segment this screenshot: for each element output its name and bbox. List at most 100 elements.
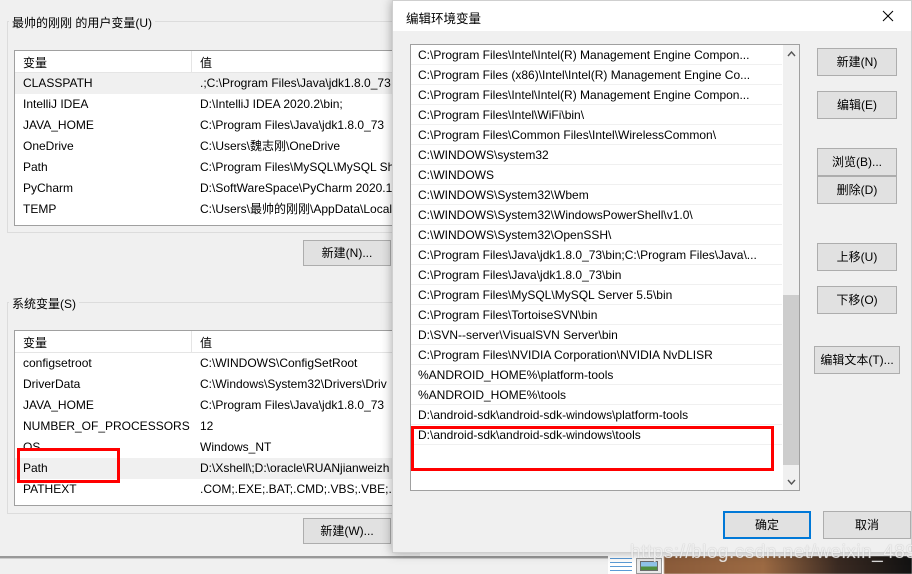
path-entry-row[interactable]: C:\Program Files\Intel\Intel(R) Manageme… — [411, 45, 782, 65]
variable-value-cell: C:\Program Files\Java\jdk1.8.0_73 — [200, 118, 385, 132]
path-entries-list: C:\Program Files\Intel\Intel(R) Manageme… — [411, 45, 782, 445]
user-variables-group-label: 最帅的刚刚 的用户变量(U) — [9, 14, 155, 31]
variable-name-cell: JAVA_HOME — [23, 118, 94, 132]
close-icon[interactable] — [865, 1, 911, 31]
variable-value-cell: C:\Users\最帅的刚刚\AppData\Local — [200, 202, 393, 216]
variable-value-cell: D:\Xshell\;D:\oracle\RUANjianweizh — [200, 461, 390, 475]
path-entry-row[interactable]: D:\SVN--server\VisualSVN Server\bin — [411, 325, 782, 345]
path-entry-row[interactable]: D:\android-sdk\android-sdk-windows\platf… — [411, 405, 782, 425]
browse-button[interactable]: 浏览(B)... — [817, 148, 897, 176]
table-row[interactable]: OneDrive C:\Users\魏志刚\OneDrive — [15, 136, 407, 157]
delete-button[interactable]: 删除(D) — [817, 176, 897, 204]
dialog-title: 编辑环境变量 — [406, 12, 482, 26]
chevron-up-icon[interactable] — [783, 45, 799, 62]
path-entry-row[interactable]: C:\WINDOWS\system32 — [411, 145, 782, 165]
path-entry-row[interactable]: C:\Program Files\MySQL\MySQL Server 5.5\… — [411, 285, 782, 305]
path-entry-row[interactable]: C:\WINDOWS\System32\OpenSSH\ — [411, 225, 782, 245]
variable-value-cell: 12 — [200, 419, 214, 433]
variable-name-cell: IntelliJ IDEA — [23, 97, 89, 111]
table-row[interactable]: JAVA_HOME C:\Program Files\Java\jdk1.8.0_… — [15, 115, 407, 136]
variable-value-cell: C:\Users\魏志刚\OneDrive — [200, 139, 341, 153]
variable-name-cell: DriverData — [23, 377, 81, 391]
variable-name-cell: PATHEXT — [23, 482, 77, 496]
scrollbar-thumb[interactable] — [783, 295, 799, 465]
variable-name-cell: JAVA_HOME — [23, 398, 94, 412]
system-variables-rows: configsetroot C:\WINDOWS\ConfigSetRoot Dri… — [15, 353, 407, 500]
variable-value-cell: .;C:\Program Files\Java\jdk1.8.0_73 — [200, 76, 391, 90]
path-entry-row[interactable]: C:\Program Files\Intel\WiFi\bin\ — [411, 105, 782, 125]
column-header-value: 值 — [200, 56, 213, 70]
path-entry-row[interactable]: C:\Program Files\Intel\Intel(R) Manageme… — [411, 85, 782, 105]
variable-name-cell: NUMBER_OF_PROCESSORS — [23, 419, 190, 433]
column-header-value-sys: 值 — [200, 336, 213, 350]
variable-name-cell: Path — [23, 461, 48, 475]
path-entry-row[interactable]: D:\android-sdk\android-sdk-windows\tools — [411, 425, 782, 445]
variable-value-cell: D:\SoftWareSpace\PyCharm 2020.1 — [200, 181, 393, 195]
list-scrollbar[interactable] — [782, 45, 799, 490]
table-row[interactable]: IntelliJ IDEA D:\IntelliJ IDEA 2020.2\bin… — [15, 94, 407, 115]
table-row[interactable]: PATHEXT .COM;.EXE;.BAT;.CMD;.VBS;.VBE;.JS… — [15, 479, 407, 500]
table-row[interactable]: configsetroot C:\WINDOWS\ConfigSetRoot — [15, 353, 407, 374]
path-entry-row[interactable]: C:\Program Files\Java\jdk1.8.0_73\bin — [411, 265, 782, 285]
screenshot-root: 最帅的刚刚 的用户变量(U) 变量 值 CLASSPATH .;C:\Progr… — [0, 0, 912, 574]
path-entry-row[interactable]: C:\WINDOWS\System32\Wbem — [411, 185, 782, 205]
dialog-titlebar: 编辑环境变量 — [393, 1, 911, 31]
ok-button[interactable]: 确定 — [723, 511, 811, 539]
path-entry-row[interactable]: C:\Program Files (x86)\Intel\Intel(R) Ma… — [411, 65, 782, 85]
strip-bar — [0, 558, 608, 574]
variable-name-cell: CLASSPATH — [23, 76, 93, 90]
path-entry-row[interactable]: C:\WINDOWS — [411, 165, 782, 185]
table-row[interactable]: TEMP C:\Users\最帅的刚刚\AppData\Local — [15, 199, 407, 220]
column-header-variable: 变量 — [15, 51, 192, 72]
table-row[interactable]: Path C:\Program Files\MySQL\MySQL Sh — [15, 157, 407, 178]
new-button[interactable]: 新建(N) — [817, 48, 897, 76]
system-variables-table[interactable]: 变量 值 configsetroot C:\WINDOWS\ConfigSetRo… — [14, 330, 408, 506]
table-row[interactable]: Path D:\Xshell\;D:\oracle\RUANjianweizh — [15, 458, 407, 479]
system-variables-group-label: 系统变量(S) — [9, 295, 79, 312]
desktop-bottom-strip — [0, 556, 912, 574]
system-new-button[interactable]: 新建(W)... — [303, 518, 391, 544]
variable-value-cell: D:\IntelliJ IDEA 2020.2\bin; — [200, 97, 343, 111]
table-row[interactable]: CLASSPATH .;C:\Program Files\Java\jdk1.8… — [15, 73, 407, 94]
path-entry-row[interactable]: %ANDROID_HOME%\tools — [411, 385, 782, 405]
variable-name-cell: OneDrive — [23, 139, 74, 153]
variable-value-cell: Windows_NT — [200, 440, 272, 454]
variable-value-cell: C:\Program Files\Java\jdk1.8.0_73 — [200, 398, 385, 412]
variable-value-cell: .COM;.EXE;.BAT;.CMD;.VBS;.VBE;.JS; — [200, 482, 407, 496]
table-row[interactable]: NUMBER_OF_PROCESSORS 12 — [15, 416, 407, 437]
user-variables-table-header: 变量 值 — [15, 51, 407, 73]
strip-ruler — [610, 558, 632, 574]
path-entry-row[interactable]: C:\Program Files\TortoiseSVN\bin — [411, 305, 782, 325]
move-up-button[interactable]: 上移(U) — [817, 243, 897, 271]
path-entry-row[interactable]: C:\Program Files\Common Files\Intel\Wire… — [411, 125, 782, 145]
variable-value-cell: C:\Program Files\MySQL\MySQL Sh — [200, 160, 395, 174]
user-variables-table[interactable]: 变量 值 CLASSPATH .;C:\Program Files\Java\j… — [14, 50, 408, 226]
column-header-variable-sys: 变量 — [15, 331, 192, 352]
user-variables-rows: CLASSPATH .;C:\Program Files\Java\jdk1.8… — [15, 73, 407, 220]
edit-environment-variable-dialog: 编辑环境变量 C:\Program Files\Intel\Intel(R) M… — [392, 0, 912, 553]
variable-name-cell: TEMP — [23, 202, 57, 216]
cancel-button[interactable]: 取消 — [823, 511, 911, 539]
path-entry-row[interactable]: C:\WINDOWS\System32\WindowsPowerShell\v1… — [411, 205, 782, 225]
background-photo — [664, 556, 912, 574]
table-row[interactable]: DriverData C:\Windows\System32\Drivers\Dr… — [15, 374, 407, 395]
path-entry-row[interactable]: C:\Program Files\Java\jdk1.8.0_73\bin;C:… — [411, 245, 782, 265]
table-row[interactable]: PyCharm D:\SoftWareSpace\PyCharm 2020.1 — [15, 178, 407, 199]
image-thumbnail-icon[interactable] — [636, 558, 662, 574]
edit-button[interactable]: 编辑(E) — [817, 91, 897, 119]
path-entries-listbox[interactable]: C:\Program Files\Intel\Intel(R) Manageme… — [410, 44, 800, 491]
table-row[interactable]: OS Windows_NT — [15, 437, 407, 458]
variable-name-cell: PyCharm — [23, 181, 74, 195]
user-new-button[interactable]: 新建(N)... — [303, 240, 391, 266]
table-row[interactable]: JAVA_HOME C:\Program Files\Java\jdk1.8.0_… — [15, 395, 407, 416]
environment-variables-window: 最帅的刚刚 的用户变量(U) 变量 值 CLASSPATH .;C:\Progr… — [0, 0, 420, 556]
move-down-button[interactable]: 下移(O) — [817, 286, 897, 314]
variable-name-cell: configsetroot — [23, 356, 92, 370]
path-entry-row[interactable]: C:\Program Files\NVIDIA Corporation\NVID… — [411, 345, 782, 365]
variable-name-cell: OS — [23, 440, 41, 454]
variable-name-cell: Path — [23, 160, 48, 174]
variable-value-cell: C:\WINDOWS\ConfigSetRoot — [200, 356, 358, 370]
chevron-down-icon[interactable] — [783, 473, 799, 490]
edit-text-button[interactable]: 编辑文本(T)... — [814, 346, 900, 374]
path-entry-row[interactable]: %ANDROID_HOME%\platform-tools — [411, 365, 782, 385]
